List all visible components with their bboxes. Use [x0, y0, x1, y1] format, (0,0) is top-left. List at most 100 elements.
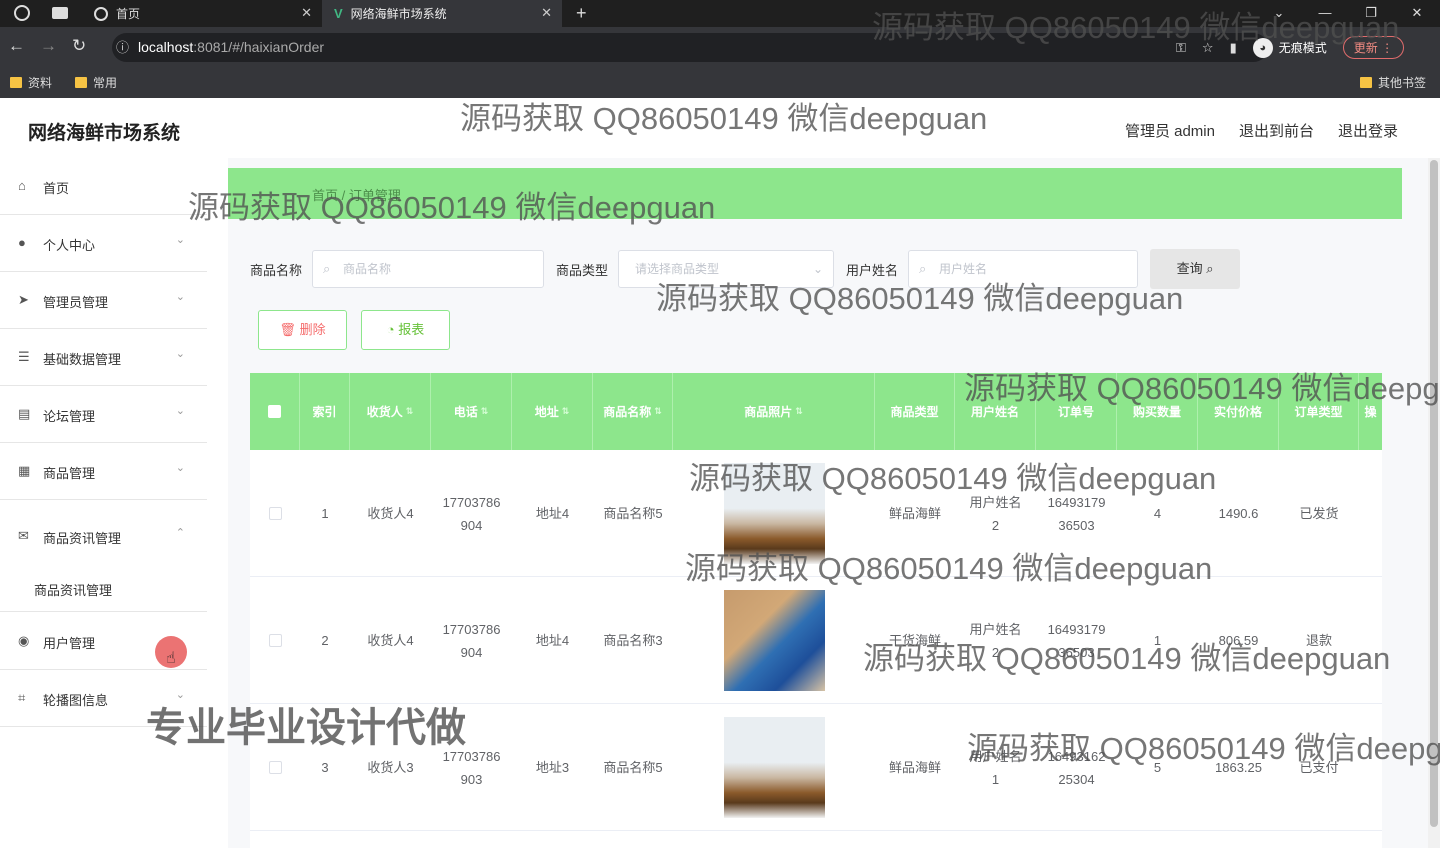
sidebar-item-admins[interactable]: ➤ 管理员管理 ⌄ — [0, 272, 207, 329]
sidebar-item-forum[interactable]: ▤ 论坛管理 ⌄ — [0, 386, 207, 443]
product-photo[interactable] — [723, 590, 825, 691]
sidebar-item-products[interactable]: ▦ 商品管理 ⌄ — [0, 443, 207, 500]
folder-icon — [10, 77, 22, 88]
url-path: :8081/#/haixianOrder — [193, 39, 325, 55]
query-label: 查询 — [1176, 261, 1203, 276]
col-header[interactable]: 用户姓名 — [955, 373, 1036, 450]
restore-icon[interactable]: ❐ — [1348, 0, 1394, 27]
sidebar-toggle-icon[interactable]: ▮ — [1230, 40, 1237, 56]
col-header[interactable]: 地址 ⇅ — [512, 373, 593, 450]
chevron-down-icon: ⌄ — [175, 348, 185, 360]
row-checkbox-cell[interactable] — [250, 577, 300, 704]
product-type-select[interactable]: 请选择商品类型 ⌄ — [618, 250, 835, 288]
product-name-input[interactable]: ⌕ 商品名称 — [312, 250, 545, 288]
sidebar-subitem-news[interactable]: 商品资讯管理 — [0, 564, 207, 612]
sidebar-item-label: 商品资讯管理 — [43, 531, 122, 546]
delete-label: 删除 — [299, 322, 326, 337]
star-icon[interactable]: ☆ — [1202, 40, 1214, 56]
back-to-front-link[interactable]: 退出到前台 — [1239, 120, 1314, 141]
cell-order-no: 1649316225304 — [1047, 748, 1106, 787]
row-checkbox-cell[interactable] — [250, 450, 300, 577]
col-header[interactable]: 收货人 ⇅ — [350, 373, 431, 450]
col-header[interactable]: 索引 — [300, 373, 350, 450]
crop-icon: ⌗ — [18, 690, 26, 705]
chevron-down-icon: ⌄ — [175, 291, 185, 303]
col-header[interactable]: 实付价格 — [1198, 373, 1279, 450]
col-header-label: 地址 — [534, 405, 559, 419]
cell-photo — [673, 577, 875, 704]
minimize-icon[interactable]: — — [1302, 0, 1348, 27]
sidebar-item-home[interactable]: ⌂ 首页 — [0, 158, 207, 215]
window-controls: ⌄ — ❐ ✕ — [1256, 0, 1440, 27]
toolbar-right: ⚿ ☆ ▮ ◕ 无痕模式 更新 ⋮ — [1176, 34, 1405, 61]
scrollbar-thumb[interactable] — [1430, 160, 1438, 827]
cell-receiver: 收货人4 — [367, 506, 414, 521]
folder-icon — [1360, 77, 1372, 88]
sidebar-subitem-label: 商品资讯管理 — [34, 583, 113, 598]
user-name-input[interactable]: ⌕ 用户姓名 — [908, 250, 1139, 288]
product-photo[interactable] — [723, 463, 825, 564]
table-row[interactable]: 2 收货人4 17703786904 地址4 商品名称3 干货海鲜 用户姓名2 … — [250, 577, 1382, 704]
col-header-label: 订单号 — [1057, 405, 1094, 419]
key-icon[interactable]: ⚿ — [1176, 40, 1186, 56]
incognito-indicator[interactable]: ◕ 无痕模式 — [1252, 37, 1327, 58]
table-row[interactable]: 1 收货人4 17703786904 地址4 商品名称5 鲜品海鲜 用户姓名2 … — [250, 450, 1382, 577]
product-photo[interactable] — [723, 717, 825, 818]
close-icon[interactable]: ✕ — [1394, 0, 1440, 27]
tab-close-icon[interactable]: ✕ — [541, 5, 552, 21]
row-checkbox[interactable] — [268, 761, 282, 774]
sidebar-item-basedata[interactable]: ☰ 基础数据管理 ⌄ — [0, 329, 207, 386]
update-button[interactable]: 更新 ⋮ — [1342, 36, 1405, 59]
row-checkbox[interactable] — [268, 507, 282, 520]
chevron-down-icon: ⌄ — [175, 234, 185, 246]
page-scrollbar[interactable] — [1428, 158, 1440, 848]
new-tab-button[interactable]: + — [576, 3, 587, 24]
address-toolbar: ← → ↻ ⓘ localhost:8081/#/haixianOrder ⚿ … — [0, 27, 1440, 67]
col-header[interactable]: 操 — [1359, 373, 1382, 450]
col-header-label: 商品类型 — [890, 405, 939, 419]
col-header-label: 商品名称 — [603, 405, 652, 419]
logout-link[interactable]: 退出登录 — [1338, 120, 1398, 141]
delete-button[interactable]: 🗑 删除 — [258, 310, 347, 350]
reload-icon[interactable]: ↻ — [72, 36, 86, 56]
chevron-down-icon[interactable]: ⌄ — [1256, 0, 1302, 27]
browser-icon — [14, 5, 30, 21]
sidebar-item-news[interactable]: ✉ 商品资讯管理 ⌃ — [0, 508, 207, 565]
row-checkbox[interactable] — [268, 634, 282, 647]
col-header[interactable]: 商品名称 ⇅ — [593, 373, 673, 450]
report-label: 报表 — [398, 322, 425, 337]
col-header[interactable]: 订单类型 — [1279, 373, 1359, 450]
back-icon[interactable]: ← — [8, 36, 25, 56]
chevron-down-icon: ⌄ — [175, 462, 185, 474]
query-button[interactable]: 查询 ⌕ — [1150, 249, 1241, 289]
user-name-placeholder: 用户姓名 — [939, 262, 988, 276]
cell-order-no: 1649317936503 — [1047, 621, 1106, 660]
bookmark-folder[interactable]: 资料 — [10, 74, 52, 91]
tab-home[interactable]: 首页 ✕ — [84, 0, 322, 27]
report-button[interactable]: ◔ 报表 — [361, 310, 450, 350]
cell-phone: 17703786904 — [442, 621, 501, 660]
cell-address: 地址4 — [535, 633, 570, 648]
forward-icon[interactable]: → — [40, 36, 57, 56]
col-header[interactable]: 商品照片 ⇅ — [673, 373, 875, 450]
user-icon: ● — [18, 235, 26, 250]
select-all-checkbox-cell[interactable] — [250, 373, 300, 450]
col-header[interactable]: 购买数量 — [1117, 373, 1198, 450]
cell-status: 已发货 — [1299, 506, 1339, 521]
select-all-checkbox[interactable] — [268, 405, 281, 418]
tab-active[interactable]: V 网络海鲜市场系统 ✕ — [322, 0, 562, 27]
col-header[interactable]: 订单号 — [1036, 373, 1117, 450]
other-bookmarks[interactable]: 其他书签 — [1360, 74, 1426, 91]
bookmark-folder[interactable]: 常用 — [75, 74, 117, 91]
tab-close-icon[interactable]: ✕ — [301, 5, 312, 21]
product-type-placeholder: 请选择商品类型 — [635, 262, 720, 276]
sidebar-item-label: 首页 — [43, 181, 70, 196]
col-header[interactable]: 电话 ⇅ — [431, 373, 512, 450]
col-header[interactable]: 商品类型 — [875, 373, 955, 450]
admin-user-label: 管理员 admin — [1124, 123, 1215, 140]
sidebar-item-label: 个人中心 — [43, 238, 96, 253]
trash-icon: 🗑 — [279, 322, 296, 337]
info-icon[interactable]: ⓘ — [116, 33, 129, 62]
url-field[interactable]: ⓘ localhost:8081/#/haixianOrder — [112, 33, 1268, 62]
sidebar-item-profile[interactable]: ● 个人中心 ⌄ — [0, 215, 207, 272]
